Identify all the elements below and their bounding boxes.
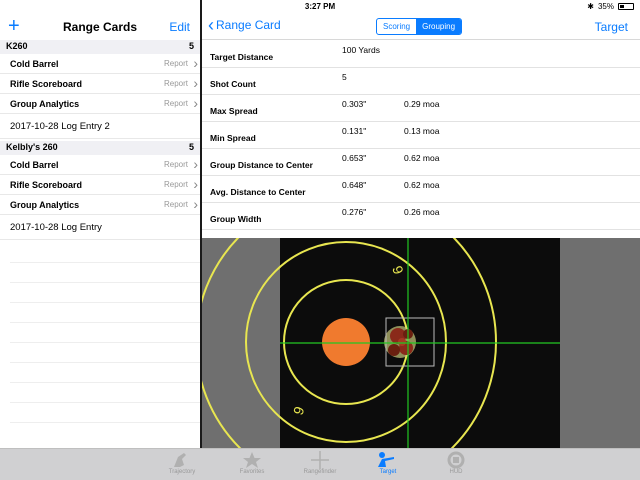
list-item[interactable]: Cold Barrel Report <box>0 54 200 74</box>
report-link[interactable]: Report <box>164 196 200 212</box>
section-header: Kelbly's 260 5 <box>0 141 200 155</box>
tab-trajectory[interactable]: Trajectory <box>154 451 210 475</box>
rifle-icon <box>174 453 186 467</box>
tab-label: Favorites <box>239 469 265 475</box>
section-name: K260 <box>6 41 28 51</box>
log-entry-label: 2017-10-28 Log Entry 2 <box>10 121 110 132</box>
log-entry[interactable]: 2017-10-28 Log Entry <box>0 216 200 240</box>
segment-scoring[interactable]: Scoring <box>377 19 416 34</box>
stat-value: 0.653" <box>342 153 367 163</box>
list-item[interactable]: Rifle Scoreboard Report <box>0 175 200 195</box>
stat-label: Max Spread <box>210 106 258 116</box>
section-count: 5 <box>188 41 194 51</box>
star-icon <box>243 452 261 468</box>
list-item[interactable]: Group Analytics Report <box>0 195 200 215</box>
bullseye <box>322 318 370 366</box>
stat-label: Avg. Distance to Center <box>210 187 306 197</box>
report-link[interactable]: Report <box>164 75 200 91</box>
list-item-label: Rifle Scoreboard <box>10 78 83 89</box>
log-entry-label: 2017-10-28 Log Entry <box>10 222 102 233</box>
tab-hud[interactable]: HUD <box>428 451 484 475</box>
list-item[interactable]: Cold Barrel Report <box>0 155 200 175</box>
list-item-label: Rifle Scoreboard <box>10 179 83 190</box>
section-count: 5 <box>188 142 194 152</box>
crosshair-icon <box>311 451 329 469</box>
stat-moa: 0.62 moa <box>404 153 440 163</box>
stat-row: Group Width 0.276" 0.26 moa <box>202 203 640 230</box>
target-button[interactable]: Target <box>595 20 628 34</box>
stat-value: 0.276" <box>342 207 367 217</box>
stat-label: Group Distance to Center <box>210 160 313 170</box>
tab-target[interactable]: Target <box>360 451 416 475</box>
stat-row: Shot Count 5 <box>202 68 640 95</box>
segment-grouping[interactable]: Grouping <box>416 19 462 34</box>
tab-favorites[interactable]: Favorites <box>224 451 280 475</box>
list-item[interactable]: Rifle Scoreboard Report <box>0 74 200 94</box>
report-link[interactable]: Report <box>164 55 200 71</box>
target-photo: 9 9 <box>195 191 560 480</box>
left-nav-bar: + Range Cards Edit <box>0 14 200 40</box>
stat-row: Target Distance 100 Yards <box>202 41 640 68</box>
range-cards-pane: + Range Cards Edit K260 5 Cold Barrel Re… <box>0 0 200 448</box>
section-header: K260 5 <box>0 40 200 54</box>
right-nav-bar: ‹ Range Card Scoring Grouping Target <box>202 14 640 40</box>
divider <box>10 282 200 283</box>
divider <box>10 342 200 343</box>
list-item[interactable]: Group Analytics Report <box>0 94 200 114</box>
shooter-icon <box>378 452 394 467</box>
stat-row: Avg. Distance to Center 0.648" 0.62 moa <box>202 176 640 203</box>
stat-label: Target Distance <box>210 52 274 62</box>
tab-bar: Trajectory Favorites Rangefinder Target … <box>0 448 640 480</box>
grouping-detail-pane: ‹ Range Card Scoring Grouping Target Tar… <box>195 0 640 480</box>
hud-icon <box>447 451 465 469</box>
stat-row: Min Spread 0.131" 0.13 moa <box>202 122 640 149</box>
stat-moa: 0.29 moa <box>404 99 440 109</box>
stat-label: Shot Count <box>210 79 256 89</box>
divider <box>10 302 200 303</box>
target-image-view[interactable]: 9 9 <box>195 191 640 480</box>
stat-row: Max Spread 0.303" 0.29 moa <box>202 95 640 122</box>
report-link[interactable]: Report <box>164 176 200 192</box>
divider <box>10 382 200 383</box>
stat-label: Group Width <box>210 214 262 224</box>
scoring-grouping-control[interactable]: Scoring Grouping <box>376 18 463 35</box>
divider <box>10 262 200 263</box>
list-item-label: Cold Barrel <box>10 159 59 170</box>
divider <box>10 362 200 363</box>
section-name: Kelbly's 260 <box>6 142 58 152</box>
report-link[interactable]: Report <box>164 156 200 172</box>
back-label: Range Card <box>216 18 281 32</box>
tab-label: Target <box>379 469 397 475</box>
stat-moa: 0.62 moa <box>404 180 440 190</box>
list-item-label: Group Analytics <box>10 199 80 210</box>
tab-label: Rangefinder <box>303 469 337 475</box>
divider <box>10 422 200 423</box>
stat-value: 0.131" <box>342 126 367 136</box>
edit-button[interactable]: Edit <box>169 20 190 34</box>
stat-value: 5 <box>342 72 347 82</box>
stat-row: Group Distance to Center 0.653" 0.62 moa <box>202 149 640 176</box>
stat-label: Min Spread <box>210 133 256 143</box>
divider <box>10 322 200 323</box>
stat-moa: 0.13 moa <box>404 126 440 136</box>
report-link[interactable]: Report <box>164 95 200 111</box>
stat-value: 100 Yards <box>342 45 380 55</box>
chevron-left-icon: ‹ <box>208 15 214 35</box>
divider <box>10 402 200 403</box>
tab-rangefinder[interactable]: Rangefinder <box>292 451 348 475</box>
tab-label: Trajectory <box>168 469 196 475</box>
shot-group <box>384 326 416 358</box>
stat-value: 0.648" <box>342 180 367 190</box>
stat-moa: 0.26 moa <box>404 207 440 217</box>
list-item-label: Group Analytics <box>10 98 80 109</box>
log-entry[interactable]: 2017-10-28 Log Entry 2 <box>0 115 200 139</box>
stat-value: 0.303" <box>342 99 367 109</box>
list-item-label: Cold Barrel <box>10 58 59 69</box>
tab-label: HUD <box>449 469 463 475</box>
back-button[interactable]: ‹ Range Card <box>208 15 281 35</box>
